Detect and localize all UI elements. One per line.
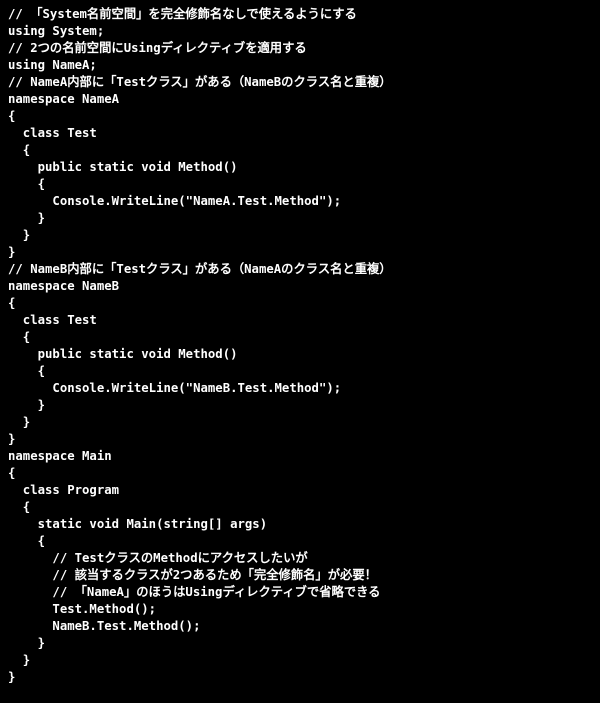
code-line: { [8, 108, 592, 125]
code-line: public static void Method() [8, 346, 592, 363]
code-lines: // 「System名前空間」を完全修飾名なしで使えるようにするusing Sy… [8, 6, 592, 686]
code-line: } [8, 669, 592, 686]
code-line: } [8, 652, 592, 669]
code-line: } [8, 431, 592, 448]
code-block: // 「System名前空間」を完全修飾名なしで使えるようにするusing Sy… [0, 0, 600, 692]
code-line: } [8, 414, 592, 431]
code-line: namespace Main [8, 448, 592, 465]
code-line: class Program [8, 482, 592, 499]
code-line: { [8, 142, 592, 159]
code-line: } [8, 397, 592, 414]
code-line: // 「NameA」のほうはUsingディレクティブで省略できる [8, 584, 592, 601]
code-line: namespace NameA [8, 91, 592, 108]
code-line: { [8, 329, 592, 346]
code-line: { [8, 363, 592, 380]
code-line: } [8, 210, 592, 227]
code-line: { [8, 499, 592, 516]
code-line: class Test [8, 312, 592, 329]
code-line: { [8, 465, 592, 482]
code-line: // 2つの名前空間にUsingディレクティブを適用する [8, 40, 592, 57]
code-line: { [8, 533, 592, 550]
code-line: Console.WriteLine("NameB.Test.Method"); [8, 380, 592, 397]
code-line: { [8, 176, 592, 193]
code-line: using NameA; [8, 57, 592, 74]
code-line: // NameA内部に「Testクラス」がある（NameBのクラス名と重複） [8, 74, 592, 91]
code-line: // 該当するクラスが2つあるため「完全修飾名」が必要！ [8, 567, 592, 584]
code-line: { [8, 295, 592, 312]
code-line: namespace NameB [8, 278, 592, 295]
code-line: } [8, 244, 592, 261]
code-line: using System; [8, 23, 592, 40]
code-line: // TestクラスのMethodにアクセスしたいが [8, 550, 592, 567]
code-line: } [8, 227, 592, 244]
code-line: NameB.Test.Method(); [8, 618, 592, 635]
code-line: public static void Method() [8, 159, 592, 176]
code-line: } [8, 635, 592, 652]
code-line: static void Main(string[] args) [8, 516, 592, 533]
code-line: class Test [8, 125, 592, 142]
code-line: // NameB内部に「Testクラス」がある（NameAのクラス名と重複） [8, 261, 592, 278]
code-line: Console.WriteLine("NameA.Test.Method"); [8, 193, 592, 210]
code-line: Test.Method(); [8, 601, 592, 618]
code-line: // 「System名前空間」を完全修飾名なしで使えるようにする [8, 6, 592, 23]
